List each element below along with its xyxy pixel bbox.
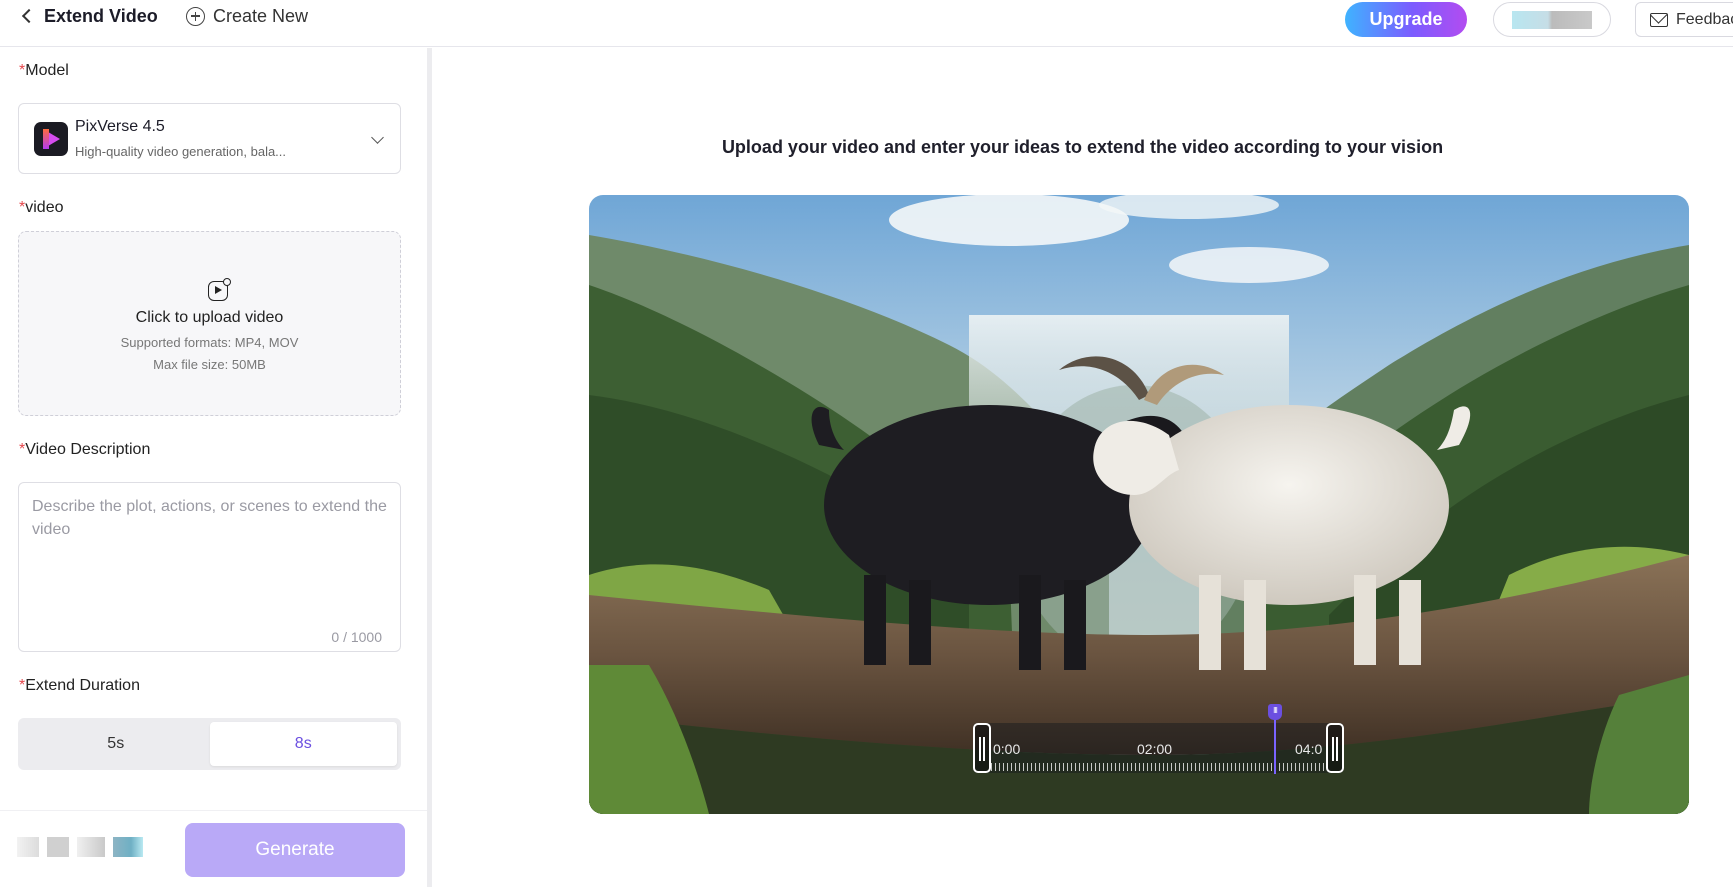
timeline-start-time: 0:00 — [993, 741, 1021, 757]
video-upload-icon — [208, 278, 231, 301]
upload-title: Click to upload video — [135, 309, 284, 326]
duration-option-8s[interactable]: 8s — [209, 722, 397, 766]
sample-video-preview[interactable] — [589, 195, 1689, 814]
chevron-left-icon — [21, 8, 37, 24]
redacted-credits — [17, 836, 143, 858]
mail-icon — [1650, 12, 1668, 27]
video-timeline[interactable]: 0:00 02:00 04:0 — [973, 723, 1344, 773]
model-label: *Model — [19, 62, 69, 79]
model-description: High-quality video generation, bala... — [75, 144, 287, 159]
back-button[interactable]: Extend Video — [20, 4, 158, 28]
goats-on-log-image — [589, 195, 1689, 814]
video-description-field: 0 / 1000 — [18, 482, 401, 652]
trim-start-handle[interactable] — [973, 723, 991, 773]
create-new-label: Create New — [213, 5, 309, 26]
upgrade-button[interactable]: Upgrade — [1345, 2, 1467, 37]
chevron-down-icon — [371, 131, 384, 144]
feedback-button[interactable]: Feedback — [1635, 2, 1733, 37]
plus-circle-icon — [186, 6, 205, 26]
timeline-mid-time: 02:00 — [1137, 741, 1173, 757]
top-bar: Extend Video Create New Upgrade Feedback — [0, 0, 1733, 47]
redacted-account-name — [1512, 10, 1592, 29]
supported-formats: Supported formats: MP4, MOV — [120, 335, 299, 350]
timeline-playhead[interactable] — [1268, 704, 1282, 774]
playhead-grip-icon — [1268, 704, 1282, 720]
pixverse-logo-icon — [34, 122, 68, 156]
video-description-input[interactable] — [32, 495, 387, 605]
create-new-button[interactable]: Create New — [186, 4, 308, 28]
duration-toggle: 5s 8s — [18, 718, 401, 770]
video-description-label: *Video Description — [19, 441, 151, 458]
extend-duration-label: *Extend Duration — [19, 677, 140, 694]
character-counter: 0 / 1000 — [331, 629, 382, 645]
model-select[interactable]: PixVerse 4.5 High-quality video generati… — [18, 103, 401, 174]
panel-scrollbar[interactable] — [427, 48, 432, 887]
duration-option-5s[interactable]: 5s — [22, 722, 210, 766]
trim-end-handle[interactable] — [1326, 723, 1344, 773]
model-name: PixVerse 4.5 — [75, 118, 165, 135]
video-label: *video — [19, 199, 64, 216]
feedback-label: Feedback — [1676, 10, 1733, 28]
timeline-end-time: 04:0 — [1295, 741, 1323, 757]
max-file-size: Max file size: 50MB — [153, 357, 266, 372]
account-button[interactable] — [1493, 2, 1611, 37]
page-title: Extend Video — [44, 5, 158, 26]
video-upload-dropzone[interactable]: Click to upload video Supported formats:… — [18, 231, 401, 416]
generate-button[interactable]: Generate — [185, 823, 405, 877]
preview-headline: Upload your video and enter your ideas t… — [721, 137, 1444, 157]
